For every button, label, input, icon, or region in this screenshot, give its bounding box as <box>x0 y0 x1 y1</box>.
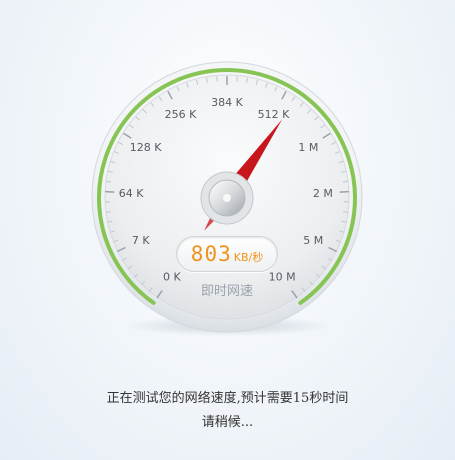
scale-label: 7 K <box>132 234 150 247</box>
scale-label: 2 M <box>313 187 333 200</box>
scale-label: 512 K <box>258 108 290 121</box>
gauge-tick <box>105 211 111 213</box>
gauge-tick <box>342 180 348 183</box>
status-message: 正在测试您的网络速度,预计需要15秒时间 <box>106 391 349 406</box>
scale-label: 64 K <box>119 187 144 200</box>
gauge-tick <box>339 190 349 193</box>
gauge-tick <box>343 211 349 213</box>
scale-label: 384 K <box>211 96 243 109</box>
scale-label: 128 K <box>130 141 162 154</box>
scale-label: 5 M <box>303 234 323 247</box>
status-wait-message: 请稍候... <box>201 415 254 430</box>
speed-unit: KB/秒 <box>233 251 264 264</box>
mode-label: 即时网速 <box>200 284 253 299</box>
gauge-tick <box>106 180 112 183</box>
needle-hub-center <box>223 194 231 202</box>
speed-value: 803 <box>190 242 232 266</box>
scale-label: 256 K <box>165 108 197 121</box>
speed-readout: 803 KB/秒 <box>176 236 278 272</box>
scale-label: 1 M <box>298 141 318 154</box>
gauge-tick <box>105 190 115 193</box>
